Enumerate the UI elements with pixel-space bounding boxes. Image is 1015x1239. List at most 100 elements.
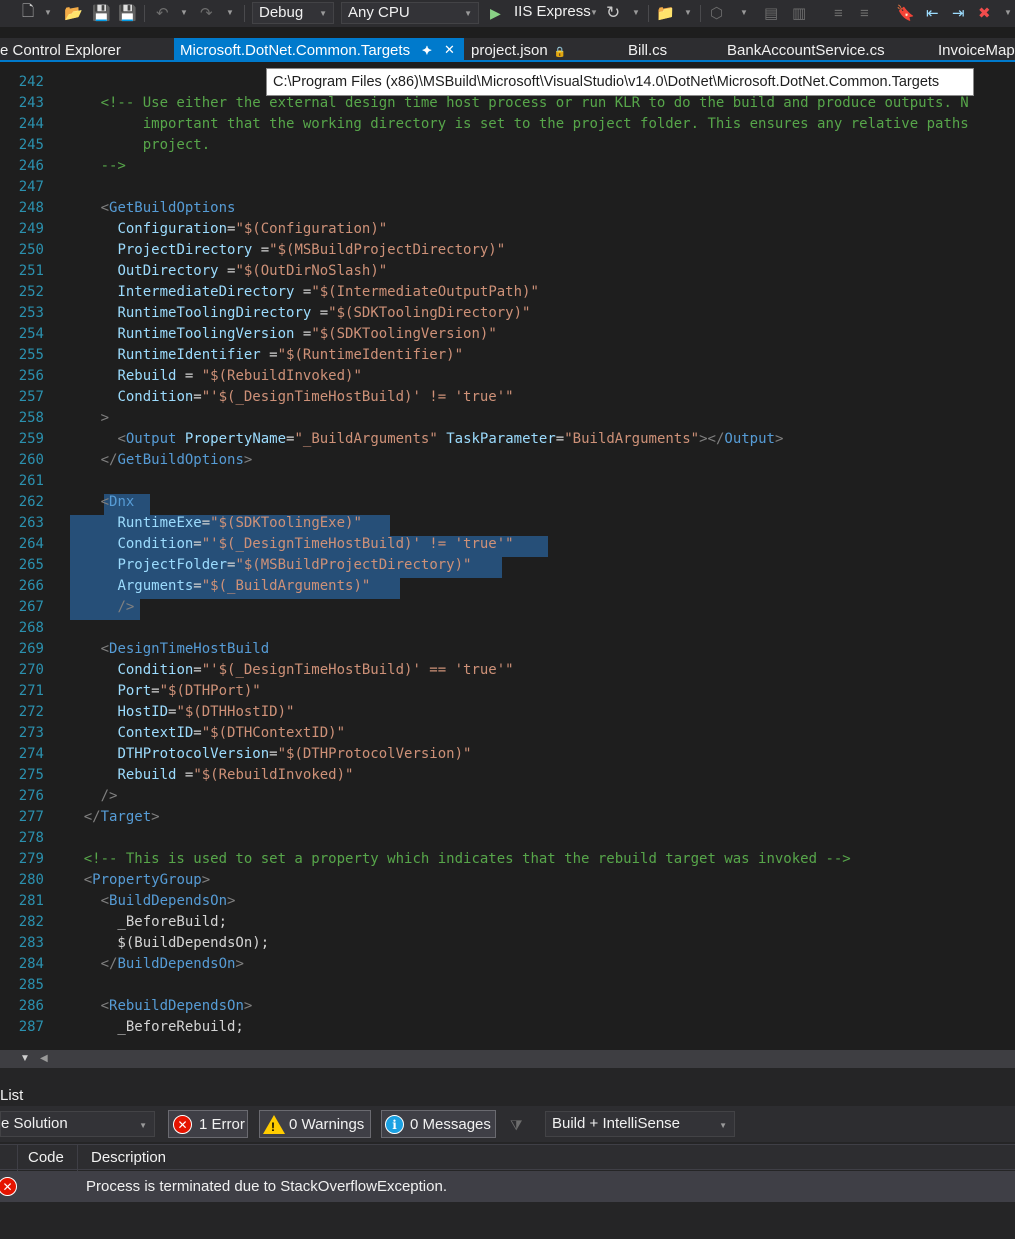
configuration-dropdown[interactable]: Debug ▼ xyxy=(252,2,334,24)
code-line[interactable]: 247 xyxy=(0,177,1015,198)
code-line[interactable]: 259 <Output PropertyName="_BuildArgument… xyxy=(0,429,1015,450)
code-line[interactable]: 271 Port="$(DTHPort)" xyxy=(0,681,1015,702)
chevron-down-icon[interactable]: ▼ xyxy=(20,1053,30,1064)
tab-invoice-map[interactable]: InvoiceMap xyxy=(938,38,1015,62)
browser-link-icon[interactable]: 📁 xyxy=(656,3,675,23)
code-line[interactable]: 270 Condition="'$(_DesignTimeHostBuild)'… xyxy=(0,660,1015,681)
refresh-icon[interactable]: ↻ xyxy=(606,3,620,23)
next-bookmark-icon[interactable]: ⇥ xyxy=(952,3,965,23)
code-line[interactable]: 269 <DesignTimeHostBuild xyxy=(0,639,1015,660)
code-line[interactable]: 244 important that the working directory… xyxy=(0,114,1015,135)
chevron-down-icon[interactable]: ▼ xyxy=(684,8,692,17)
platform-dropdown[interactable]: Any CPU ▼ xyxy=(341,2,479,24)
code-line[interactable]: 255 RuntimeIdentifier ="$(RuntimeIdentif… xyxy=(0,345,1015,366)
code-line[interactable]: 258 > xyxy=(0,408,1015,429)
code-line[interactable]: 257 Condition="'$(_DesignTimeHostBuild)'… xyxy=(0,387,1015,408)
code-line[interactable]: 277 </Target> xyxy=(0,807,1015,828)
build-filter-dropdown[interactable]: Build + IntelliSense ▼ xyxy=(545,1111,735,1137)
code-line[interactable]: 280 <PropertyGroup> xyxy=(0,870,1015,891)
code-line[interactable]: 256 Rebuild = "$(RebuildInvoked)" xyxy=(0,366,1015,387)
horizontal-scrollbar[interactable]: ▼ ◀ xyxy=(0,1050,1015,1068)
play-icon[interactable]: ▶ xyxy=(490,3,501,23)
code-text: --> xyxy=(50,158,126,174)
code-line[interactable]: 250 ProjectDirectory ="$(MSBuildProjectD… xyxy=(0,240,1015,261)
code-line[interactable]: 287 _BeforeRebuild; xyxy=(0,1017,1015,1038)
errors-filter-button[interactable]: ✕ 1 Error xyxy=(168,1110,248,1138)
code-line[interactable]: 274 DTHProtocolVersion="$(DTHProtocolVer… xyxy=(0,744,1015,765)
layout-icon[interactable]: ▤ xyxy=(764,3,778,23)
chevron-down-icon[interactable]: ▼ xyxy=(180,8,188,17)
scroll-left-icon[interactable]: ◀ xyxy=(40,1053,48,1064)
chevron-down-icon[interactable]: ▼ xyxy=(226,8,234,17)
code-line[interactable]: 260 </GetBuildOptions> xyxy=(0,450,1015,471)
code-line[interactable]: 278 xyxy=(0,828,1015,849)
warnings-filter-button[interactable]: ! 0 Warnings xyxy=(259,1110,371,1138)
error-row[interactable]: ✕ Process is terminated due to StackOver… xyxy=(0,1171,1015,1202)
code-line[interactable]: 282 _BeforeBuild; xyxy=(0,912,1015,933)
code-line[interactable]: 267 /> xyxy=(0,597,1015,618)
code-line[interactable]: 262 <Dnx xyxy=(0,492,1015,513)
column-divider[interactable] xyxy=(17,1145,18,1171)
code-line[interactable]: 243 <!-- Use either the external design … xyxy=(0,93,1015,114)
code-line[interactable]: 251 OutDirectory ="$(OutDirNoSlash)" xyxy=(0,261,1015,282)
chevron-down-icon[interactable]: ▼ xyxy=(1004,8,1012,17)
pin-icon[interactable]: ⯌ xyxy=(422,42,432,58)
code-line[interactable]: 279 <!-- This is used to set a property … xyxy=(0,849,1015,870)
code-line[interactable]: 248 <GetBuildOptions xyxy=(0,198,1015,219)
package-icon[interactable]: ⬡ xyxy=(710,3,723,23)
tab-bank-account-service[interactable]: BankAccountService.cs xyxy=(727,38,907,62)
save-all-icon[interactable]: 💾 xyxy=(118,3,137,23)
code-line[interactable]: 254 RuntimeToolingVersion ="$(SDKTooling… xyxy=(0,324,1015,345)
messages-filter-button[interactable]: i 0 Messages xyxy=(381,1110,496,1138)
chevron-down-icon[interactable]: ▼ xyxy=(44,8,52,17)
code-line[interactable]: 264 Condition="'$(_DesignTimeHostBuild)'… xyxy=(0,534,1015,555)
code-line[interactable]: 272 HostID="$(DTHHostID)" xyxy=(0,702,1015,723)
column-divider[interactable] xyxy=(77,1145,78,1171)
chevron-down-icon[interactable]: ▼ xyxy=(590,8,598,17)
code-line[interactable]: 283 $(BuildDependsOn); xyxy=(0,933,1015,954)
code-line[interactable]: 286 <RebuildDependsOn> xyxy=(0,996,1015,1017)
column-code[interactable]: Code xyxy=(28,1149,64,1166)
code-line[interactable]: 252 IntermediateDirectory ="$(Intermedia… xyxy=(0,282,1015,303)
outdent-icon[interactable]: ≡ xyxy=(834,3,843,23)
code-line[interactable]: 265 ProjectFolder="$(MSBuildProjectDirec… xyxy=(0,555,1015,576)
tab-bill-cs[interactable]: Bill.cs xyxy=(628,38,708,62)
code-line[interactable]: 276 /> xyxy=(0,786,1015,807)
code-line[interactable]: 281 <BuildDependsOn> xyxy=(0,891,1015,912)
new-project-icon[interactable]: 🗋 xyxy=(22,3,34,23)
code-line[interactable]: 266 Arguments="$(_BuildArguments)" xyxy=(0,576,1015,597)
run-target-button[interactable]: IIS Express xyxy=(514,3,591,20)
code-line[interactable]: 273 ContextID="$(DTHContextID)" xyxy=(0,723,1015,744)
tab-project-json[interactable]: project.json 🔒 xyxy=(471,38,591,62)
code-line[interactable]: 268 xyxy=(0,618,1015,639)
code-line[interactable]: 246 --> xyxy=(0,156,1015,177)
code-line[interactable]: 253 RuntimeToolingDirectory ="$(SDKTooli… xyxy=(0,303,1015,324)
scope-dropdown[interactable]: e Solution ▼ xyxy=(0,1111,155,1137)
tab-common-targets[interactable]: Microsoft.DotNet.Common.Targets ⯌ ✕ xyxy=(174,38,464,62)
code-line[interactable]: 249 Configuration="$(Configuration)" xyxy=(0,219,1015,240)
tab-control-explorer[interactable]: e Control Explorer xyxy=(0,38,170,62)
indent-icon[interactable]: ≡ xyxy=(860,3,869,23)
redo-icon[interactable]: ↷ xyxy=(200,3,213,23)
filter-icon[interactable]: ⧩ xyxy=(510,1117,523,1134)
code-line[interactable]: 263 RuntimeExe="$(SDKToolingExe)" xyxy=(0,513,1015,534)
chevron-down-icon[interactable]: ▼ xyxy=(740,8,748,17)
code-line[interactable]: 245 project. xyxy=(0,135,1015,156)
code-line[interactable]: 275 Rebuild ="$(RebuildInvoked)" xyxy=(0,765,1015,786)
bookmark-icon[interactable]: 🔖 xyxy=(896,3,915,23)
code-line[interactable]: 284 </BuildDependsOn> xyxy=(0,954,1015,975)
clear-bookmarks-icon[interactable]: ✖ xyxy=(978,3,991,23)
prev-bookmark-icon[interactable]: ⇤ xyxy=(926,3,939,23)
code-line[interactable]: 261 xyxy=(0,471,1015,492)
code-editor[interactable]: 242 243 <!-- Use either the external desi… xyxy=(0,62,1015,1050)
undo-icon[interactable]: ↶ xyxy=(156,3,169,23)
open-folder-icon[interactable]: 📂 xyxy=(64,3,83,23)
close-icon[interactable]: ✕ xyxy=(444,42,455,58)
layout-icon[interactable]: ▥ xyxy=(792,3,806,23)
chevron-down-icon[interactable]: ▼ xyxy=(632,8,640,17)
code-line[interactable]: 285 xyxy=(0,975,1015,996)
column-description[interactable]: Description xyxy=(91,1149,166,1166)
save-icon[interactable]: 💾 xyxy=(92,3,111,23)
